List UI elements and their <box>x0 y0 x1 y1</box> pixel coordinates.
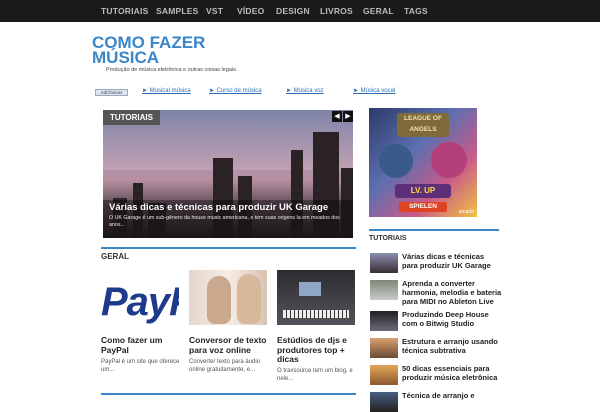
ad-dragon-figure <box>379 144 413 178</box>
ad-play-button[interactable]: SPIELEN <box>399 202 447 212</box>
sidebar-thumb <box>370 280 398 300</box>
section-divider <box>101 393 356 395</box>
card-desc-voice: Converter texto para áudio online gratui… <box>189 359 261 373</box>
ad-link-1[interactable]: ► Musical música <box>142 88 191 94</box>
ad-link-4[interactable]: ► Música vocal <box>353 88 395 94</box>
studio-keyboard <box>283 310 349 318</box>
sidebar-thumb <box>370 311 398 331</box>
sidebar-thumb <box>370 253 398 273</box>
adchoices-badge[interactable]: AdChoices <box>95 89 128 96</box>
nav-item-geral[interactable]: GERAL <box>363 0 394 22</box>
sidebar-item-title[interactable]: Produzindo Deep House com o Bitwig Studi… <box>402 310 502 328</box>
section-title-geral: GERAL <box>101 252 129 261</box>
section-divider <box>101 247 356 249</box>
card-image-voice[interactable] <box>189 270 267 325</box>
card-title-paypal[interactable]: Como fazer um PayPal <box>101 335 181 355</box>
sidebar-item-title[interactable]: Estrutura e arranjo usando técnica subtr… <box>402 337 502 355</box>
paypal-logo: PayP <box>101 280 179 324</box>
site-tagline: Produção de música eletrônica e outras c… <box>106 67 238 73</box>
ad-game-logo: LEAGUE OF ANGELS <box>397 113 449 137</box>
nav-item-design[interactable]: DESIGN <box>276 0 310 22</box>
face-silhouette <box>207 276 231 324</box>
sidebar-item-title[interactable]: Técnica de arranjo e <box>402 391 502 400</box>
sidebar-divider <box>369 229 499 231</box>
featured-slider[interactable]: TUTORIAIS ◀ ▶ Várias dicas e técnicas pa… <box>103 110 353 238</box>
card-title-voice[interactable]: Conversor de texto para voz online <box>189 335 269 355</box>
nav-item-vst[interactable]: VST <box>206 0 223 22</box>
sidebar-item-title[interactable]: Várias dicas e técnicas para produzir UK… <box>402 252 502 270</box>
slider-category[interactable]: TUTORIAIS <box>103 110 160 125</box>
slider-description: O UK Garage é um sub-gênero da house mus… <box>109 215 340 228</box>
card-image-paypal[interactable]: PayP <box>101 270 179 325</box>
nav-item-video[interactable]: VÍDEO <box>237 0 264 22</box>
studio-monitor <box>299 282 321 296</box>
sidebar-thumb <box>370 338 398 358</box>
top-navigation: TUTORIAIS SAMPLES VST VÍDEO DESIGN LIVRO… <box>0 0 600 22</box>
slider-title[interactable]: Várias dicas e técnicas para produzir UK… <box>109 202 349 213</box>
slider-prev-icon[interactable]: ◀ <box>332 111 342 122</box>
card-desc-studios: O traxsource tem um blog, e nele... <box>277 368 353 382</box>
sidebar-item-title[interactable]: Aprenda a converter harmonia, melodia e … <box>402 279 502 306</box>
card-title-studios[interactable]: Estúdios de djs e produtores top + dicas <box>277 335 357 365</box>
face-silhouette <box>237 274 261 324</box>
sidebar-thumb <box>370 365 398 385</box>
ad-brand: arcade <box>458 209 474 215</box>
ad-link-3[interactable]: ► Música voz <box>286 88 324 94</box>
slider-next-icon[interactable]: ▶ <box>343 111 353 122</box>
ad-dragon-figure <box>431 142 467 178</box>
site-logo[interactable]: COMO FAZER MÚSICA <box>92 34 212 66</box>
nav-item-tags[interactable]: TAGS <box>404 0 428 22</box>
card-desc-paypal: PayPal é um site que oferece um... <box>101 359 180 373</box>
sidebar-item-title[interactable]: 50 dicas essenciais para produzir música… <box>402 364 502 382</box>
nav-item-samples[interactable]: SAMPLES <box>156 0 199 22</box>
sidebar-thumb <box>370 392 398 412</box>
card-image-studio[interactable] <box>277 270 355 325</box>
ad-link-2[interactable]: ► Curso de música <box>209 88 262 94</box>
sidebar-ad-banner[interactable]: LEAGUE OF ANGELS LV. UP SPIELEN arcade <box>369 108 477 217</box>
nav-item-livros[interactable]: LIVROS <box>320 0 353 22</box>
nav-item-tutoriais[interactable]: TUTORIAIS <box>101 0 148 22</box>
ad-level-up: LV. UP <box>395 184 451 198</box>
sidebar-title-tutoriais: TUTORIAIS <box>369 235 407 242</box>
